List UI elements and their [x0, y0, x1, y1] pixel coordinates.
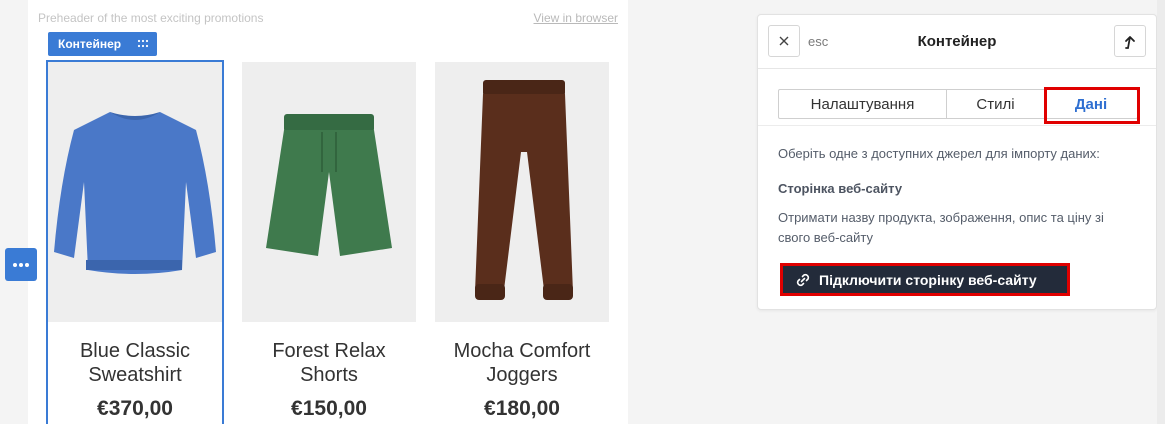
product-name: Mocha Comfort Joggers	[453, 340, 591, 386]
website-section-title: Сторінка веб-сайту	[778, 181, 903, 196]
website-section-description: Отримати назву продукта, зображення, опи…	[778, 210, 1104, 245]
preheader-text: Preheader of the most exciting promotion…	[38, 11, 264, 25]
connect-website-button[interactable]: Підключити сторінку веб-сайту	[780, 263, 1070, 296]
sweatshirt-image	[48, 62, 222, 322]
drag-handle-icon[interactable]	[137, 39, 149, 49]
product-price: €180,00	[484, 397, 560, 420]
container-tag[interactable]: Контейнер	[48, 32, 157, 56]
level-up-arrow-icon	[1125, 36, 1135, 49]
container-tag-label: Контейнер	[58, 37, 122, 51]
shorts-image	[242, 62, 416, 322]
divider	[758, 125, 1156, 126]
product-card[interactable]: Blue Classic Sweatshirt €370,00	[46, 60, 224, 424]
product-price: €150,00	[291, 397, 367, 420]
panel-title: Контейнер	[917, 33, 997, 50]
more-options-button[interactable]	[5, 248, 37, 281]
tab-data[interactable]: Дані	[1045, 90, 1137, 118]
joggers-image	[435, 62, 609, 322]
email-canvas: Preheader of the most exciting promotion…	[28, 0, 628, 424]
level-up-button[interactable]	[1114, 25, 1146, 57]
product-price: €370,00	[97, 397, 173, 420]
connect-website-label: Підключити сторінку веб-сайту	[819, 271, 1037, 288]
settings-panel: esc Контейнер Налаштування Стилі Дані Об…	[757, 14, 1157, 310]
panel-header: esc Контейнер	[758, 15, 1156, 69]
tab-styles[interactable]: Стилі	[947, 90, 1045, 118]
product-name: Forest Relax Shorts	[272, 340, 386, 386]
link-icon	[796, 273, 810, 286]
data-source-intro: Оберіть одне з доступних джерел для імпо…	[778, 146, 1100, 161]
view-in-browser-link[interactable]: View in browser	[534, 11, 618, 25]
panel-tabs: Налаштування Стилі Дані	[778, 89, 1138, 119]
tab-settings[interactable]: Налаштування	[779, 90, 947, 118]
product-card[interactable]: Forest Relax Shorts €150,00	[242, 62, 416, 424]
product-card[interactable]: Mocha Comfort Joggers €180,00	[435, 62, 609, 424]
scrollbar-track[interactable]	[1157, 0, 1165, 424]
product-name: Blue Classic Sweatshirt	[79, 340, 191, 386]
more-dots-icon	[13, 262, 29, 267]
